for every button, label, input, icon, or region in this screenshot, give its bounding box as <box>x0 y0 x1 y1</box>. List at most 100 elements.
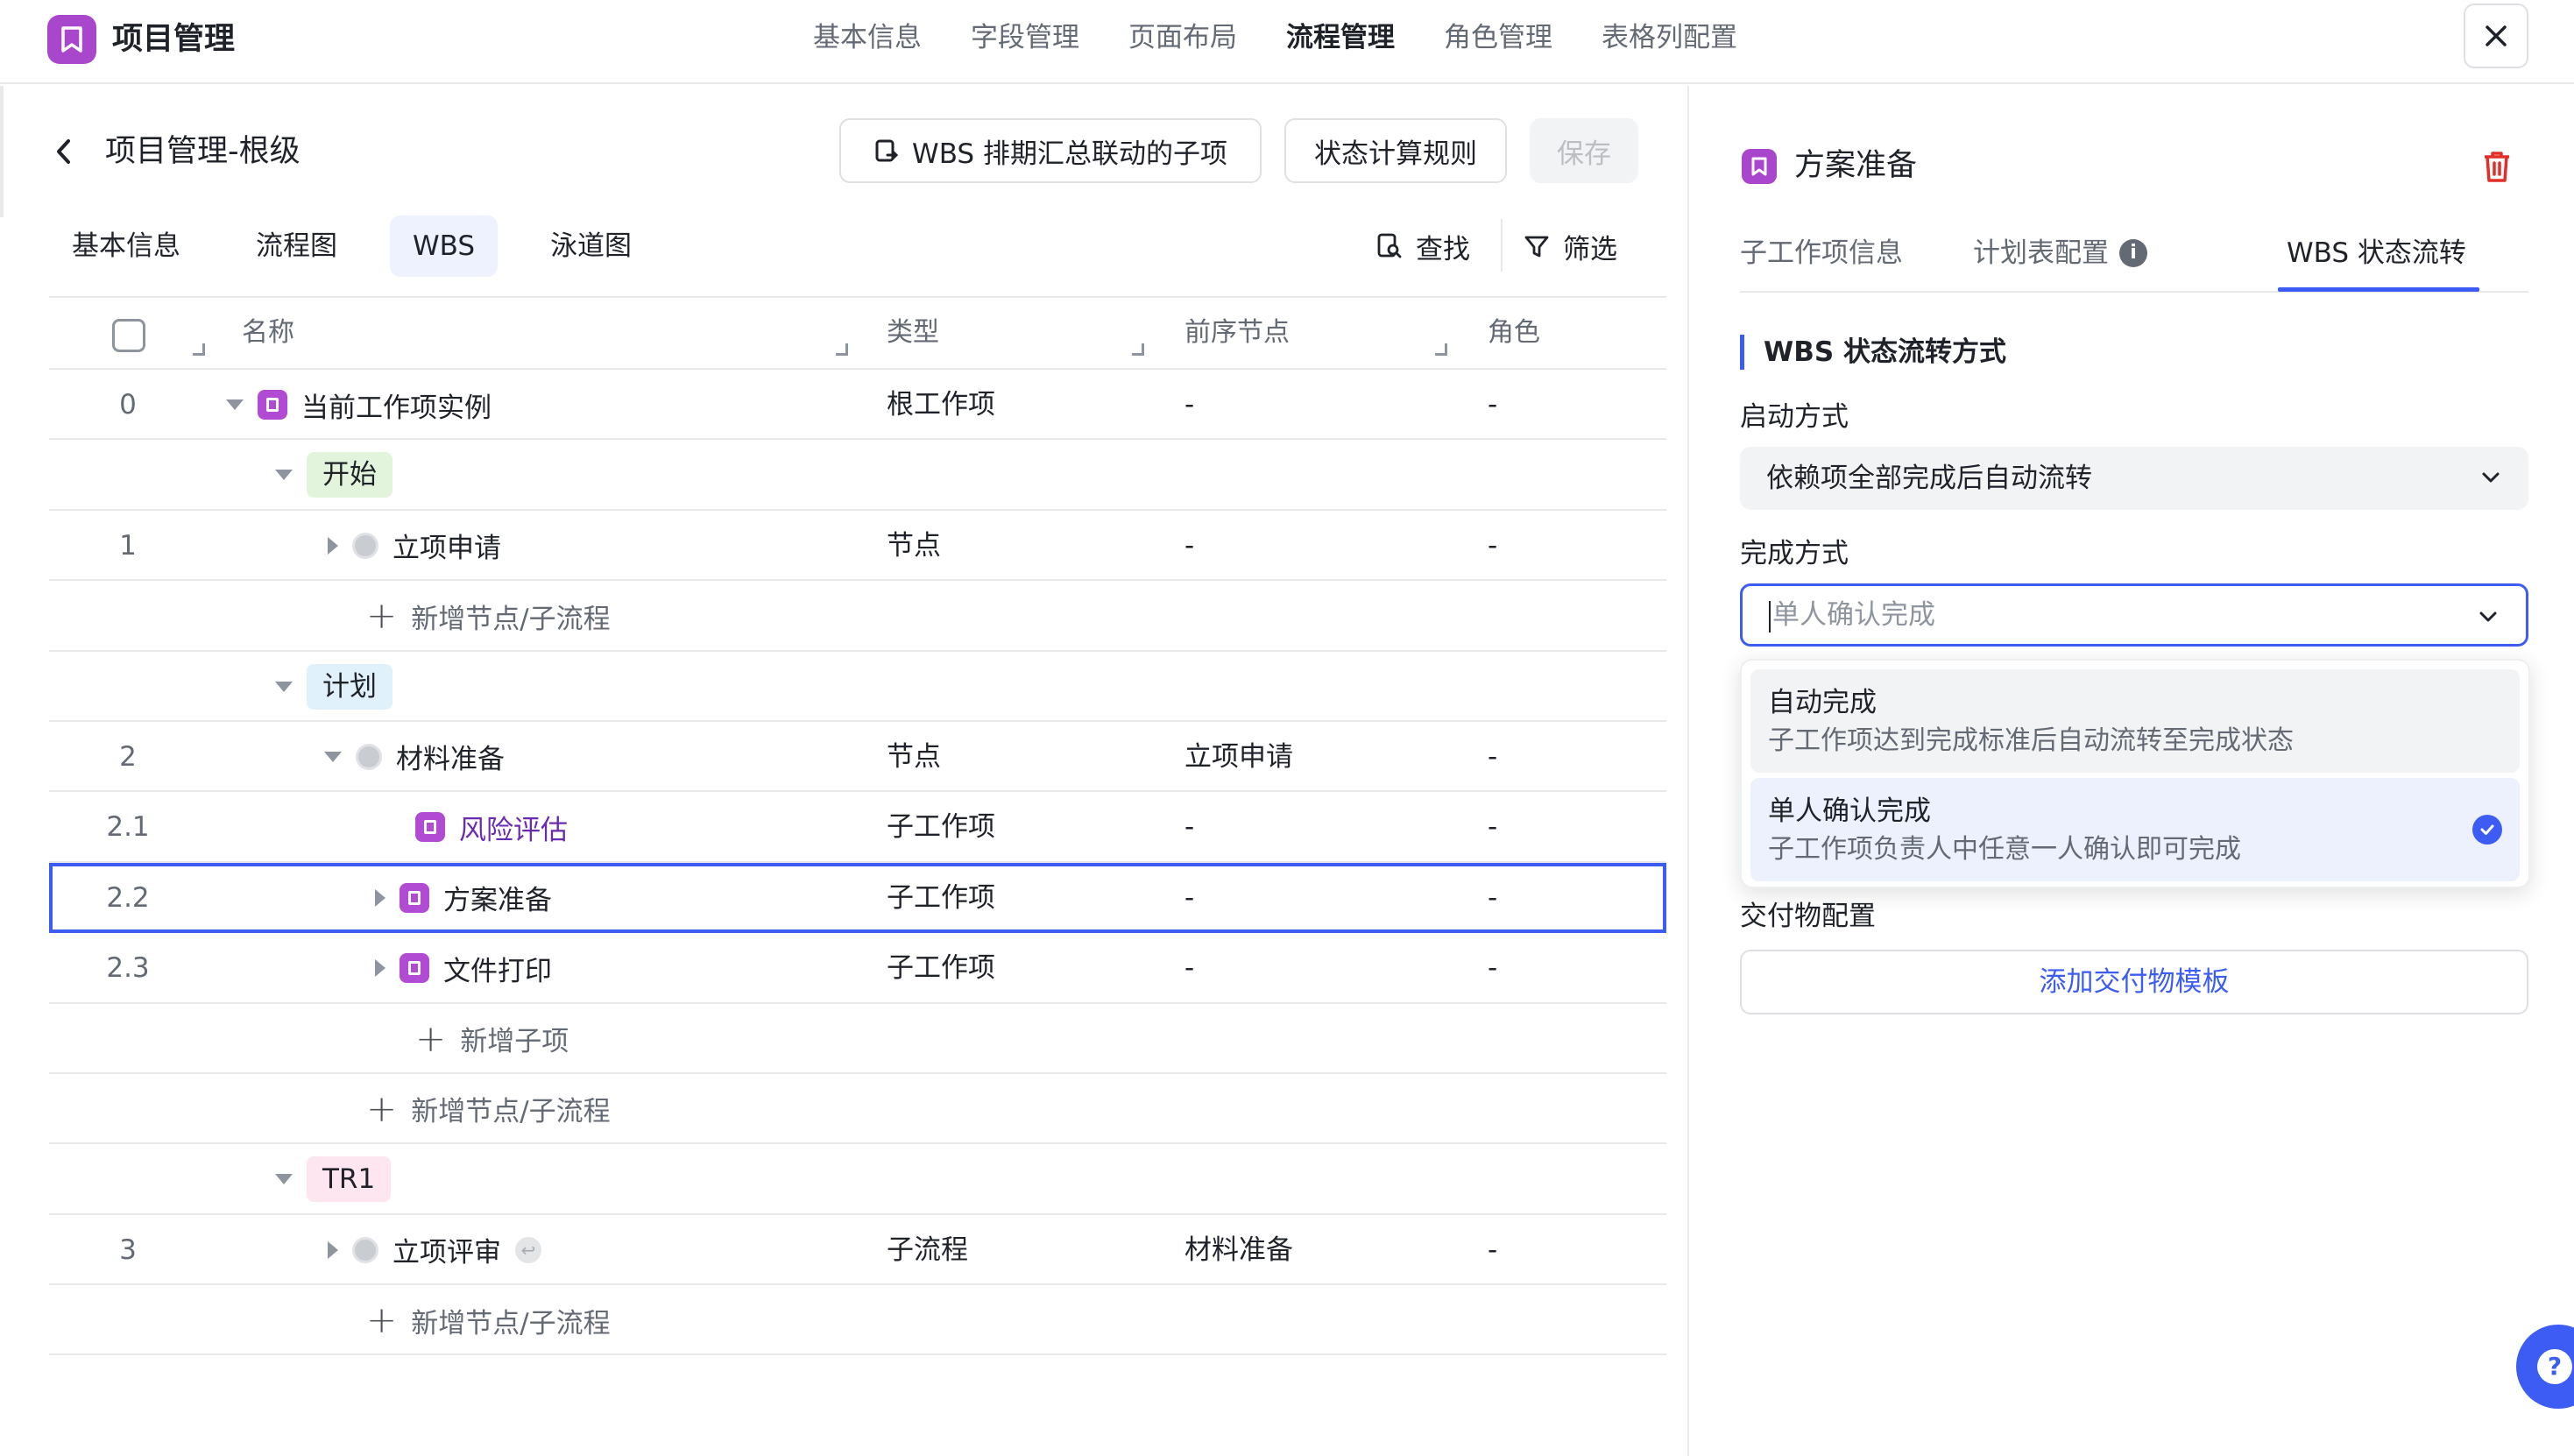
filter-label: 筛选 <box>1563 233 1617 265</box>
back-arrow-icon[interactable] <box>51 134 77 169</box>
node-status-icon <box>352 1236 378 1263</box>
row-role: - <box>1488 811 1498 844</box>
collapse-caret-icon[interactable] <box>275 1174 293 1185</box>
check-circle-icon <box>2472 815 2502 845</box>
tab-basic-info[interactable]: 基本信息 <box>49 216 203 277</box>
close-button[interactable] <box>2464 4 2528 68</box>
row-role: - <box>1488 952 1498 985</box>
row-index: 2.2 <box>106 881 150 914</box>
tab-sub-item-info[interactable]: 子工作项信息 <box>1740 231 1903 275</box>
column-resize-handle[interactable] <box>1435 343 1447 356</box>
collapse-caret-icon[interactable] <box>275 681 293 692</box>
row-predecessor: - <box>1184 952 1195 985</box>
add-node-button[interactable]: + 新增节点/子流程 <box>366 581 611 651</box>
row-predecessor: 材料准备 <box>1184 1233 1293 1266</box>
top-tab-columns[interactable]: 表格列配置 <box>1602 16 1737 60</box>
row-index: 2 <box>119 740 137 773</box>
chevron-down-icon <box>2482 472 2500 483</box>
table-row[interactable]: 3 立项评审 ↩ 子流程 材料准备 - <box>49 1215 1666 1286</box>
row-role: - <box>1488 529 1498 562</box>
table-row[interactable]: 2.1 风险评估 子工作项 - - <box>49 792 1666 863</box>
add-node-button[interactable]: + 新增节点/子流程 <box>366 1074 611 1144</box>
table-row-selected[interactable]: 2.2 方案准备 子工作项 - - <box>49 862 1666 934</box>
start-mode-label: 启动方式 <box>1740 401 1849 433</box>
collapse-caret-icon[interactable] <box>324 751 342 762</box>
detail-title: 方案准备 <box>1794 148 1918 183</box>
add-node-button[interactable]: + 新增节点/子流程 <box>366 1285 611 1355</box>
node-status-icon <box>352 532 378 559</box>
row-predecessor: 立项申请 <box>1184 740 1293 773</box>
sub-work-item-icon <box>400 953 429 984</box>
add-node-label: 新增节点/子流程 <box>411 1096 611 1128</box>
link-doc-icon <box>875 139 899 162</box>
row-index: 2.3 <box>106 952 150 985</box>
option-auto-complete[interactable]: 自动完成 子工作项达到完成标准后自动流转至完成状态 <box>1750 669 2520 773</box>
row-type: 节点 <box>887 740 941 773</box>
phase-tag: 计划 <box>307 663 392 710</box>
tab-wbs-status-flow[interactable]: WBS 状态流转 <box>2287 231 2466 275</box>
detail-panel: 方案准备 子工作项信息 计划表配置 i WBS 状态流转 WBS 状态流转方式 … <box>1689 86 2574 1456</box>
option-description: 子工作项达到完成标准后自动流转至完成状态 <box>1768 725 2294 756</box>
sub-work-item-icon <box>415 812 445 843</box>
filter-button[interactable]: 筛选 <box>1523 226 1617 266</box>
start-mode-select[interactable]: 依赖项全部完成后自动流转 <box>1740 447 2528 510</box>
wbs-linked-children-button[interactable]: WBS 排期汇总联动的子项 <box>839 118 1262 183</box>
row-type: 根工作项 <box>887 389 995 421</box>
phase-row: 计划 <box>49 652 1666 722</box>
subprocess-link-icon: ↩ <box>515 1236 541 1263</box>
complete-mode-label: 完成方式 <box>1740 538 1849 569</box>
toolbar-divider <box>1501 219 1503 272</box>
top-tab-layout[interactable]: 页面布局 <box>1128 16 1237 60</box>
option-title: 单人确认完成 <box>1768 795 1931 827</box>
table-row[interactable]: 0 当前工作项实例 根工作项 - - <box>49 370 1666 441</box>
info-icon[interactable]: i <box>2119 239 2147 267</box>
select-all-checkbox[interactable] <box>112 319 145 352</box>
column-resize-handle[interactable] <box>836 343 848 356</box>
add-row: + 新增节点/子流程 <box>49 1285 1666 1356</box>
expand-caret-icon[interactable] <box>375 888 385 907</box>
column-resize-handle[interactable] <box>193 343 205 356</box>
tab-swimlane[interactable]: 泳道图 <box>527 216 654 277</box>
row-name: 材料准备 <box>396 744 505 776</box>
tab-flowchart[interactable]: 流程图 <box>233 216 360 277</box>
top-header: 项目管理 基本信息 字段管理 页面布局 流程管理 角色管理 表格列配置 <box>0 0 2574 84</box>
column-resize-handle[interactable] <box>1132 343 1144 356</box>
expand-caret-icon[interactable] <box>328 536 338 555</box>
top-tab-basic-info[interactable]: 基本信息 <box>813 16 922 60</box>
filter-icon <box>1524 236 1549 258</box>
collapse-caret-icon[interactable] <box>226 399 244 410</box>
phase-tag: TR1 <box>307 1156 392 1203</box>
wbs-table: 名称 类型 前序节点 角色 0 当前工作项实例 根工作项 - - 开始 1 立项… <box>49 296 1666 1356</box>
add-child-button[interactable]: + 新增子项 <box>415 1004 569 1074</box>
status-rule-button[interactable]: 状态计算规则 <box>1284 118 1507 183</box>
row-predecessor: - <box>1184 389 1195 421</box>
top-tab-workflow[interactable]: 流程管理 <box>1286 16 1395 60</box>
row-name-link[interactable]: 风险评估 <box>459 808 568 847</box>
expand-caret-icon[interactable] <box>328 1240 338 1259</box>
save-button[interactable]: 保存 <box>1530 118 1638 183</box>
expand-caret-icon[interactable] <box>375 959 385 978</box>
table-row[interactable]: 1 立项申请 节点 - - <box>49 511 1666 582</box>
close-icon <box>2486 25 2507 46</box>
column-header-name: 名称 <box>242 317 294 348</box>
row-predecessor: - <box>1184 529 1195 562</box>
phase-tag: 开始 <box>307 452 392 498</box>
complete-mode-select[interactable]: 单人确认完成 <box>1740 583 2528 647</box>
delete-trash-icon[interactable] <box>2478 147 2516 186</box>
tab-wbs[interactable]: WBS <box>390 216 499 277</box>
table-row[interactable]: 2.3 文件打印 子工作项 - - <box>49 933 1666 1004</box>
row-role: - <box>1488 1233 1498 1266</box>
add-deliverable-template-button[interactable]: 添加交付物模板 <box>1740 950 2528 1014</box>
wbs-linked-children-label: WBS 排期汇总联动的子项 <box>912 138 1227 170</box>
phase-row: 开始 <box>49 440 1666 511</box>
detail-tab-bar: 子工作项信息 计划表配置 i WBS 状态流转 <box>1740 217 2528 293</box>
table-row[interactable]: 2 材料准备 节点 立项申请 - <box>49 722 1666 793</box>
top-tab-roles[interactable]: 角色管理 <box>1444 16 1552 60</box>
add-row: + 新增节点/子流程 <box>49 581 1666 652</box>
top-tab-fields[interactable]: 字段管理 <box>971 16 1079 60</box>
find-button[interactable]: 查找 <box>1375 226 1470 266</box>
tab-plan-config[interactable]: 计划表配置 i <box>1973 231 2147 275</box>
collapse-caret-icon[interactable] <box>275 470 293 481</box>
table-header: 名称 类型 前序节点 角色 <box>49 296 1666 370</box>
option-single-confirm[interactable]: 单人确认完成 子工作项负责人中任意一人确认即可完成 <box>1750 778 2520 881</box>
